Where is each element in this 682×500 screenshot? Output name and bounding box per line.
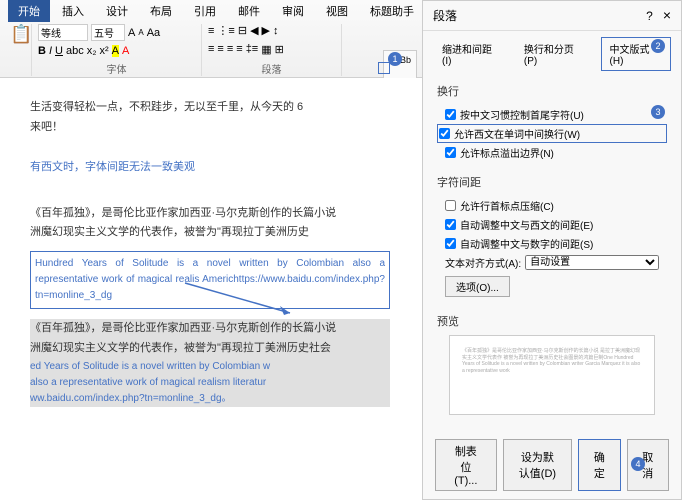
bullets-icon[interactable]: ≡	[208, 25, 214, 37]
document-canvas[interactable]: 生活变得轻松一点，不积跬步，无以至千里，从今天的 6来吧！ 有西文时，字体间距无…	[0, 78, 420, 500]
checkbox[interactable]	[445, 147, 456, 158]
callout-badge-4: 4	[631, 457, 645, 471]
para-launcher[interactable]	[378, 62, 390, 74]
default-button[interactable]: 设为默认值(D)	[503, 439, 573, 491]
grow-font-icon[interactable]: A	[128, 27, 135, 39]
callout-badge-2: 2	[651, 39, 665, 53]
tab-mail[interactable]: 邮件	[228, 0, 270, 22]
tab-home[interactable]: 开始	[8, 0, 50, 22]
help-icon[interactable]: ?	[646, 9, 653, 23]
checkbox[interactable]	[445, 238, 456, 249]
ok-button[interactable]: 确定	[578, 439, 620, 491]
paragraph-dialog: 段落 ? × 缩进和间距(I) 换行和分页(P) 中文版式(H) 2 换行 按中文…	[422, 0, 682, 500]
align-label: 文本对齐方式(A):	[445, 255, 521, 270]
tab-view[interactable]: 视图	[316, 0, 358, 22]
tab-layout[interactable]: 布局	[140, 0, 182, 22]
multilevel-icon[interactable]: ⊟	[238, 24, 247, 37]
paragraph-text: 《百年孤独》，是哥伦比亚作家加西亚·马尔克斯创作的长篇小说洲魔幻现实主义文学的代…	[30, 204, 390, 244]
checkbox[interactable]	[439, 128, 450, 139]
paragraph-text: 生活变得轻松一点，不积跬步，无以至千里，从今天的 6来吧！	[30, 98, 390, 138]
dialog-titlebar: 段落 ? ×	[423, 1, 681, 31]
callout-badge-1: 1	[388, 52, 402, 66]
preview-box: 《百年孤独》是哥伦比亚作家加西亚·马尔克斯创作的长篇小说 是拉丁美洲魔幻现实主义…	[449, 335, 655, 415]
underline-icon[interactable]: U	[55, 45, 63, 57]
align-left-icon[interactable]: ≡	[208, 43, 214, 55]
paste-icon[interactable]: 📋	[10, 24, 32, 45]
shading-icon[interactable]: ▦	[261, 43, 271, 56]
chk-cn-en-space[interactable]: 自动调整中文与西文的间距(E)	[437, 215, 667, 234]
section-title: 预览	[437, 313, 667, 329]
checkbox[interactable]	[445, 200, 456, 211]
font-color-icon[interactable]: A	[122, 45, 129, 57]
indent-left-icon[interactable]: ◀	[250, 24, 258, 37]
callout-badge-3: 3	[651, 105, 665, 119]
align-select[interactable]: 自动设置	[525, 255, 659, 270]
close-icon[interactable]: ×	[663, 7, 671, 23]
font-group-label: 字体	[38, 61, 195, 76]
dialog-title: 段落	[433, 7, 457, 24]
english-text: ed Years of Solitude is a novel written …	[30, 359, 390, 407]
shrink-font-icon[interactable]: A	[138, 28, 143, 37]
tab-linebreak[interactable]: 换行和分页(P)	[515, 37, 595, 71]
chk-compress[interactable]: 允许行首标点压缩(C)	[437, 196, 667, 215]
text-align-row: 文本对齐方式(A): 自动设置	[437, 253, 667, 272]
tab-design[interactable]: 设计	[96, 0, 138, 22]
selected-paragraph: 《百年孤独》，是哥伦比亚作家加西亚·马尔克斯创作的长篇小说洲魔幻现实主义文学的代…	[30, 319, 390, 407]
clear-format-icon[interactable]: Aa	[147, 27, 160, 39]
options-button[interactable]: 选项(O)...	[445, 276, 510, 297]
tabstop-button[interactable]: 制表位(T)...	[435, 439, 497, 491]
chk-chinese-wrap[interactable]: 按中文习惯控制首尾字符(U)	[437, 105, 667, 124]
highlight-icon[interactable]: A	[112, 45, 119, 57]
checkbox[interactable]	[445, 219, 456, 230]
align-center-icon[interactable]: ≡	[217, 43, 223, 55]
tab-indent[interactable]: 缩进和间距(I)	[433, 37, 509, 71]
sup-icon[interactable]: x²	[100, 45, 109, 57]
preview-section: 预览 《百年孤独》是哥伦比亚作家加西亚·马尔克斯创作的长篇小说 是拉丁美洲魔幻现…	[423, 307, 681, 427]
bold-icon[interactable]: B	[38, 45, 46, 57]
chk-cn-num-space[interactable]: 自动调整中文与数字的间距(S)	[437, 234, 667, 253]
sort-icon[interactable]: ↕	[273, 25, 279, 37]
spacing-section: 字符间距 允许行首标点压缩(C) 自动调整中文与西文的间距(E) 自动调整中文与…	[423, 168, 681, 307]
annotation-callout: 有西文时，字体间距无法一致美观	[30, 158, 390, 174]
tab-title-helper[interactable]: 标题助手	[360, 0, 424, 22]
italic-icon[interactable]: I	[49, 45, 52, 57]
line-spacing-icon[interactable]: ‡≡	[246, 43, 259, 55]
arrow-icon	[180, 278, 300, 318]
section-title: 字符间距	[437, 174, 667, 190]
para-group-label: 段落	[208, 61, 335, 76]
chk-latin-wrap[interactable]: 允许西文在单词中间换行(W)	[437, 124, 667, 143]
wrap-section: 换行 按中文习惯控制首尾字符(U) 允许西文在单词中间换行(W) 3 允许标点溢…	[423, 77, 681, 168]
align-right-icon[interactable]: ≡	[227, 43, 233, 55]
chk-punct-overflow[interactable]: 允许标点溢出边界(N)	[437, 143, 667, 162]
sub-icon[interactable]: x₂	[87, 45, 97, 57]
numbering-icon[interactable]: ⋮≡	[217, 24, 234, 37]
borders-icon[interactable]: ⊞	[275, 43, 284, 56]
tab-references[interactable]: 引用	[184, 0, 226, 22]
paragraph-group: ≡ ⋮≡ ⊟ ◀ ▶ ↕ ≡ ≡ ≡ ≡ ‡≡ ▦ ⊞ 段落	[202, 24, 342, 76]
font-select[interactable]: 等线	[38, 24, 88, 41]
dialog-tabs: 缩进和间距(I) 换行和分页(P) 中文版式(H)	[423, 31, 681, 77]
indent-right-icon[interactable]: ▶	[262, 24, 270, 37]
tab-review[interactable]: 审阅	[272, 0, 314, 22]
justify-icon[interactable]: ≡	[236, 43, 242, 55]
font-group: 等线 五号 A A Aa B I U abc x₂ x² A A 字体	[32, 24, 202, 76]
strike-icon[interactable]: abc	[66, 45, 84, 57]
checkbox[interactable]	[445, 109, 456, 120]
tab-insert[interactable]: 插入	[52, 0, 94, 22]
size-select[interactable]: 五号	[91, 24, 125, 41]
clipboard-group: 📋	[4, 24, 32, 76]
section-title: 换行	[437, 83, 667, 99]
